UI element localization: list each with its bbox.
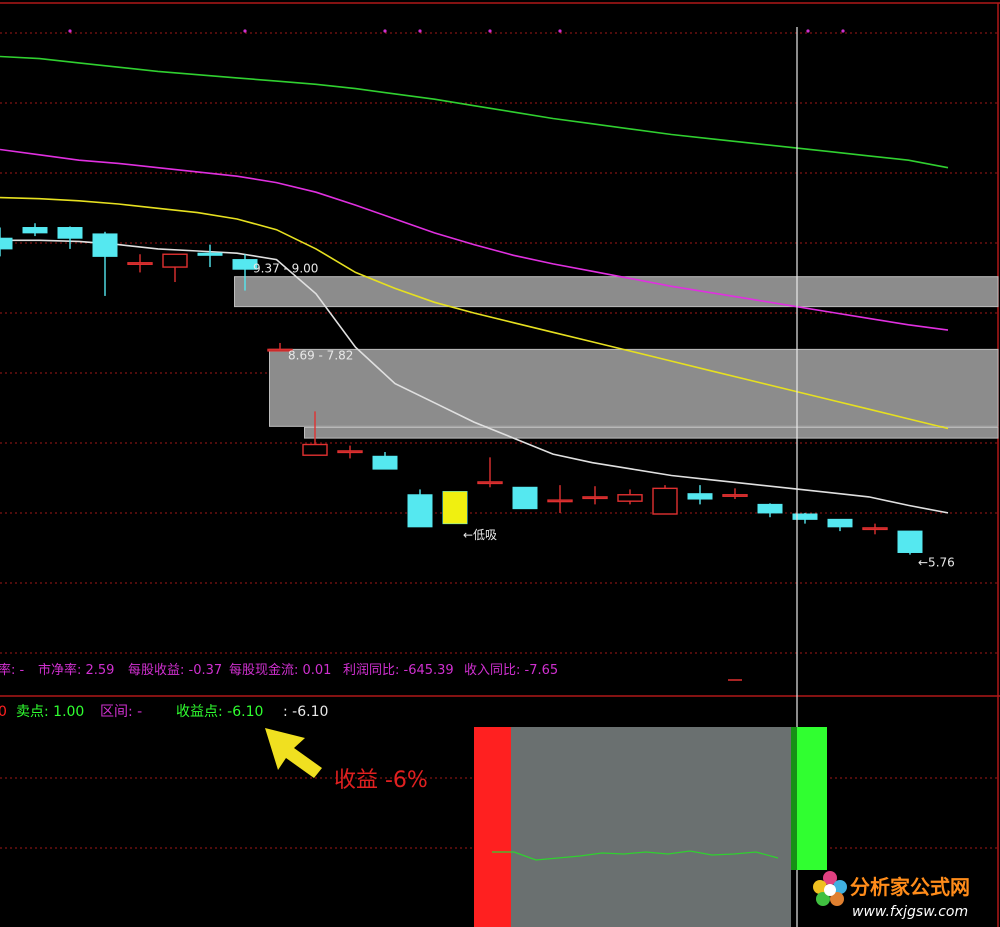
profit-yoy: 利润同比: -645.39 [343, 663, 454, 678]
candle-2 [57, 226, 83, 249]
candle-21 [722, 488, 748, 500]
candle-body [407, 494, 433, 528]
profit-point-label: 收益点: -6.10 [176, 704, 263, 720]
top-marker-dots [68, 29, 845, 33]
marker-dot-5 [558, 29, 562, 33]
candle-label-0: 9.37 - 9.00 [253, 262, 318, 276]
flower-logo-icon [813, 871, 847, 906]
price-zone-2 [304, 426, 999, 439]
candle-label-2: ←低吸 [463, 528, 497, 542]
interval: 区间: - [100, 704, 142, 720]
candle-body [897, 530, 923, 553]
candle-body [547, 499, 573, 503]
candle-body [197, 252, 223, 256]
candle-10 [337, 445, 363, 459]
watermark-url: www.fxjgsw.com [852, 904, 968, 920]
annotation-arrow [265, 728, 322, 778]
watermark-name: 分析家公式网 [850, 875, 970, 899]
profit-point-value: : -6.10 [283, 704, 328, 720]
candle-17 [582, 486, 608, 505]
candle-12 [407, 489, 433, 528]
marker-dot-3 [418, 29, 422, 33]
candle-body [512, 486, 538, 510]
candle-0 [0, 227, 13, 257]
eps: 每股收益: -0.37 [128, 662, 222, 678]
signal-hold-region [511, 727, 791, 927]
candle-body [477, 481, 503, 485]
candle-3 [92, 231, 118, 296]
candle-body [722, 494, 748, 497]
candle-body [582, 496, 608, 500]
candle-1 [22, 223, 48, 237]
candle-label-1: 8.69 - 7.82 [288, 348, 353, 362]
signal-panel [474, 727, 827, 927]
marker-dot-0 [68, 29, 72, 33]
signal-sell-edge [791, 727, 797, 870]
candle-body [862, 527, 888, 531]
candle-body [687, 493, 713, 500]
candle-body [757, 503, 783, 514]
sell-point: 卖点: 1.00 [16, 704, 84, 720]
marker-dot-1 [243, 29, 247, 33]
indicator-row: 0 卖点: 1.00 区间: - 收益点: -6.10 : -6.10 [0, 704, 328, 720]
signal-buy-bar [474, 727, 511, 927]
candle-24 [827, 518, 853, 532]
candle-body [827, 518, 853, 528]
marker-dot-4 [488, 29, 492, 33]
price-gridlines [0, 32, 998, 654]
yellow-arrow-icon [265, 728, 322, 778]
candle-22 [757, 503, 783, 518]
moving-average-line-3 [0, 55, 949, 169]
stock-chart-canvas: 9.37 - 9.00 8.69 - 7.82 ←低吸 ←5.76 率: - 市净率:… [0, 2, 1000, 927]
candle-body [617, 494, 643, 502]
pb-ratio: 市净率: 2.59 [38, 662, 114, 678]
marker-dot-7 [841, 29, 845, 33]
candle-label-3: ←5.76 [918, 556, 955, 570]
candle-body [372, 455, 398, 470]
candle-4 [127, 254, 153, 273]
fundamentals-row: 率: - 市净率: 2.59 每股收益: -0.37 每股现金流: 0.01 利… [0, 662, 558, 678]
candle-body [302, 443, 328, 456]
candle-5 [162, 253, 188, 283]
watermark: 分析家公式网 www.fxjgsw.com [813, 871, 970, 920]
candle-body [127, 262, 153, 265]
cashflow-per-share: 每股现金流: 0.01 [229, 662, 331, 678]
candle-18 [617, 489, 643, 505]
candle-body [337, 450, 363, 454]
candle-26 [897, 530, 923, 555]
indicator-prefix: 0 [0, 704, 7, 720]
candle-11 [372, 452, 398, 470]
candle-19 [652, 485, 678, 515]
candle-15 [512, 486, 538, 510]
candle-25 [862, 523, 888, 535]
revenue-yoy: 收入同比: -7.65 [464, 663, 558, 678]
candle-body [652, 487, 678, 515]
candle-6 [197, 244, 223, 268]
candle-14 [477, 457, 503, 488]
pe-ratio: 率: - [0, 662, 25, 678]
price-zone-0 [234, 276, 999, 308]
annotation-text: 收益 -6% [334, 768, 428, 793]
candle-20 [687, 485, 713, 505]
candle-body [22, 227, 48, 234]
marker-dot-2 [383, 29, 387, 33]
candle-body [0, 237, 13, 250]
low-buy-candle-highlight [443, 491, 467, 524]
candle-16 [547, 485, 573, 513]
candle-body [57, 227, 83, 239]
marker-dot-6 [806, 29, 810, 33]
candle-body [162, 253, 188, 268]
candle-body [92, 233, 118, 257]
